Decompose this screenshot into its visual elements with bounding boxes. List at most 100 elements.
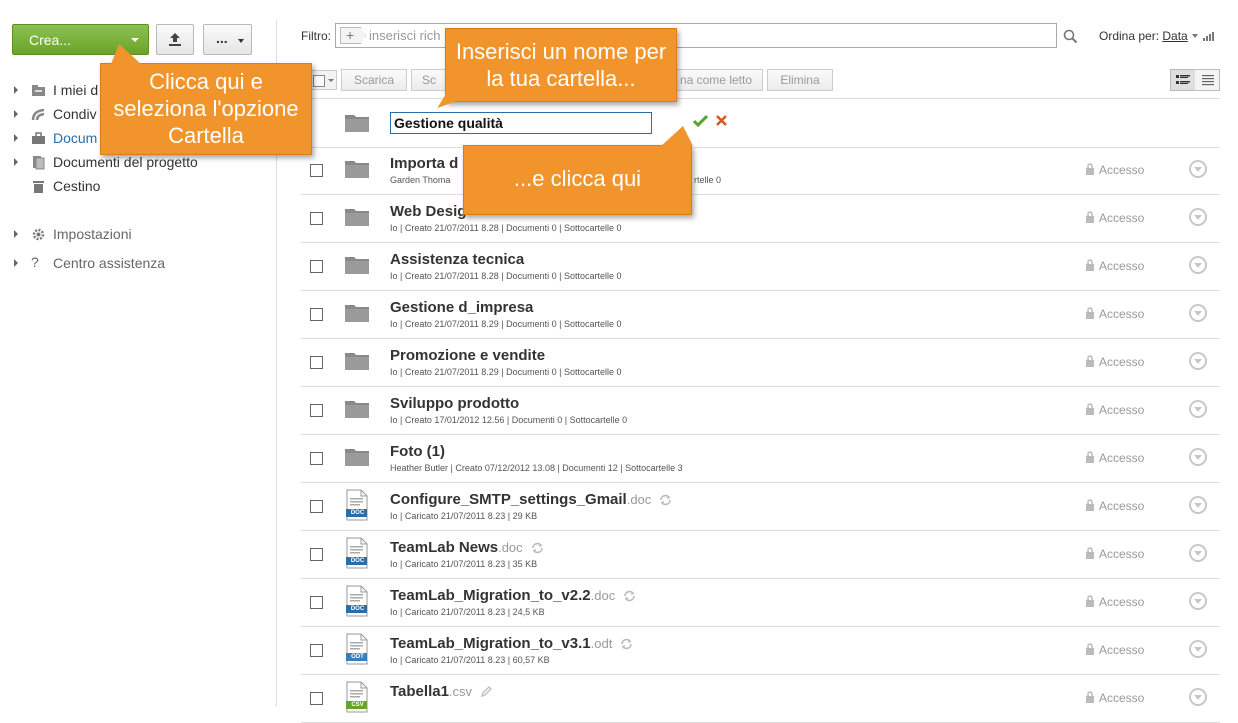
list-item[interactable]: Foto (1) Heather Butler | Creato 07/12/20…	[301, 435, 1220, 483]
list-item[interactable]: Web Desig Io | Creato 21/07/2011 8.28 | D…	[301, 195, 1220, 243]
delete-button[interactable]: Elimina	[767, 69, 833, 91]
row-menu-icon[interactable]	[1189, 160, 1207, 178]
item-title[interactable]: Configure_SMTP_settings_Gmail.doc	[390, 491, 672, 508]
access-link[interactable]: Accesso	[1085, 259, 1144, 273]
row-menu-icon[interactable]	[1189, 544, 1207, 562]
row-menu-icon[interactable]	[1189, 400, 1207, 418]
row-checkbox[interactable]	[310, 644, 323, 657]
add-filter-icon[interactable]: +	[340, 27, 366, 44]
access-link[interactable]: Accesso	[1085, 403, 1144, 417]
row-menu-icon[interactable]	[1189, 496, 1207, 514]
row-checkbox[interactable]	[310, 356, 323, 369]
row-menu-icon[interactable]	[1189, 256, 1207, 274]
item-title[interactable]: TeamLab News.doc	[390, 539, 544, 556]
mark-as-read-button[interactable]: na come letto	[663, 69, 763, 91]
list-item[interactable]: Importa d Garden Thoma rtelle 0 Accesso	[301, 147, 1220, 195]
item-name[interactable]: Web Desig	[390, 203, 466, 220]
access-link[interactable]: Accesso	[1085, 307, 1144, 321]
item-title[interactable]: Web Desig	[390, 203, 466, 220]
list-item[interactable]: CSV Tabella1.csv Accesso	[301, 675, 1220, 723]
item-name[interactable]: TeamLab_Migration_to_v3.1	[390, 635, 591, 652]
expand-arrow-icon[interactable]	[14, 134, 18, 142]
access-link[interactable]: Accesso	[1085, 595, 1144, 609]
row-menu-icon[interactable]	[1189, 208, 1207, 226]
expand-arrow-icon[interactable]	[14, 158, 18, 166]
expand-arrow-icon[interactable]	[14, 86, 18, 94]
item-name[interactable]: Assistenza tecnica	[390, 251, 524, 268]
list-item[interactable]: DOC TeamLab_Migration_to_v2.2.doc Io | Car…	[301, 579, 1220, 627]
sort-value[interactable]: Data	[1162, 29, 1187, 43]
item-name[interactable]: Sviluppo prodotto	[390, 395, 519, 412]
row-menu-icon[interactable]	[1189, 304, 1207, 322]
item-title[interactable]: Importa d	[390, 155, 458, 172]
row-checkbox[interactable]	[310, 548, 323, 561]
access-link[interactable]: Accesso	[1085, 643, 1144, 657]
view-detailed-button[interactable]	[1171, 70, 1195, 90]
access-link[interactable]: Accesso	[1085, 547, 1144, 561]
item-name[interactable]: Tabella1	[390, 683, 449, 700]
sync-icon[interactable]	[659, 494, 672, 506]
confirm-check-icon[interactable]	[693, 114, 708, 127]
sync-icon[interactable]	[623, 590, 636, 602]
row-menu-icon[interactable]	[1189, 448, 1207, 466]
list-item[interactable]: Gestione d_impresa Io | Creato 21/07/2011…	[301, 291, 1220, 339]
list-item[interactable]: ODT TeamLab_Migration_to_v3.1.odt Io | Car…	[301, 627, 1220, 675]
access-link[interactable]: Accesso	[1085, 499, 1144, 513]
item-name[interactable]: TeamLab News	[390, 539, 498, 556]
filter-box[interactable]: +	[335, 23, 1057, 48]
item-title[interactable]: Promozione e vendite	[390, 347, 545, 364]
new-folder-name-input[interactable]	[390, 112, 652, 134]
item-title[interactable]: Tabella1.csv	[390, 683, 493, 700]
row-checkbox[interactable]	[310, 260, 323, 273]
sync-icon[interactable]	[531, 542, 544, 554]
access-link[interactable]: Accesso	[1085, 691, 1144, 705]
checkbox[interactable]	[313, 75, 325, 87]
item-name[interactable]: Configure_SMTP_settings_Gmail	[390, 491, 627, 508]
item-name[interactable]: TeamLab_Migration_to_v2.2	[390, 587, 591, 604]
cancel-x-icon[interactable]	[715, 114, 728, 127]
item-title[interactable]: Assistenza tecnica	[390, 251, 524, 268]
item-name[interactable]: Gestione d_impresa	[390, 299, 533, 316]
row-menu-icon[interactable]	[1189, 352, 1207, 370]
row-checkbox[interactable]	[310, 308, 323, 321]
view-compact-button[interactable]	[1196, 70, 1220, 90]
edit-pencil-icon[interactable]	[480, 685, 493, 698]
item-name[interactable]: Importa d	[390, 155, 458, 172]
search-icon[interactable]	[1063, 29, 1078, 44]
item-name[interactable]: Promozione e vendite	[390, 347, 545, 364]
expand-arrow-icon[interactable]	[14, 110, 18, 118]
item-title[interactable]: Foto (1)	[390, 443, 445, 460]
list-item[interactable]: Sviluppo prodotto Io | Creato 17/01/2012 …	[301, 387, 1220, 435]
item-title[interactable]: Gestione d_impresa	[390, 299, 533, 316]
upload-button[interactable]	[156, 24, 194, 55]
expand-arrow-icon[interactable]	[14, 259, 18, 267]
item-title[interactable]: TeamLab_Migration_to_v3.1.odt	[390, 635, 633, 652]
list-item[interactable]: Promozione e vendite Io | Creato 21/07/20…	[301, 339, 1220, 387]
list-item[interactable]: Assistenza tecnica Io | Creato 21/07/2011…	[301, 243, 1220, 291]
row-menu-icon[interactable]	[1189, 592, 1207, 610]
row-checkbox[interactable]	[310, 212, 323, 225]
access-link[interactable]: Accesso	[1085, 355, 1144, 369]
item-title[interactable]: TeamLab_Migration_to_v2.2.doc	[390, 587, 636, 604]
item-name[interactable]: Foto (1)	[390, 443, 445, 460]
row-checkbox[interactable]	[310, 164, 323, 177]
row-checkbox[interactable]	[310, 500, 323, 513]
row-checkbox[interactable]	[310, 596, 323, 609]
sync-icon[interactable]	[620, 638, 633, 650]
access-link[interactable]: Accesso	[1085, 211, 1144, 225]
select-all-checkbox[interactable]	[309, 70, 337, 90]
chevron-down-icon[interactable]	[328, 79, 334, 82]
chevron-down-icon[interactable]	[1191, 34, 1198, 38]
list-item[interactable]: DOC TeamLab News.doc Io | Caricato 21/07/2…	[301, 531, 1220, 579]
row-menu-icon[interactable]	[1189, 688, 1207, 706]
download-button[interactable]: Scarica	[341, 69, 407, 91]
expand-arrow-icon[interactable]	[14, 230, 18, 238]
row-menu-icon[interactable]	[1189, 640, 1207, 658]
access-link[interactable]: Accesso	[1085, 451, 1144, 465]
item-title[interactable]: Sviluppo prodotto	[390, 395, 519, 412]
more-actions-button[interactable]: ...	[203, 24, 252, 55]
access-link[interactable]: Accesso	[1085, 163, 1144, 177]
sort-order-icon[interactable]	[1202, 32, 1214, 41]
row-checkbox[interactable]	[310, 452, 323, 465]
row-checkbox[interactable]	[310, 404, 323, 417]
